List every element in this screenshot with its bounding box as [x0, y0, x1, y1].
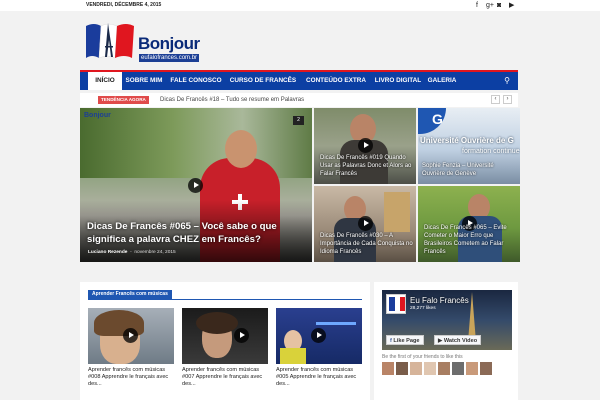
play-icon[interactable] — [358, 138, 373, 153]
section-divider — [88, 299, 362, 300]
like-page-label: Like Page — [393, 338, 420, 344]
nav-item-inicio[interactable]: INÍCIO — [88, 72, 122, 90]
logo-title[interactable]: Bonjour — [138, 34, 200, 54]
featured-side-post-1[interactable]: Dicas De Francês #019 Quando Usar as Pal… — [314, 108, 416, 184]
avatar[interactable] — [438, 362, 450, 375]
avatar[interactable] — [480, 362, 492, 375]
facebook-friend-faces — [382, 362, 510, 376]
trending-link[interactable]: Dicas De Francês #18 – Tudo se resume em… — [160, 95, 304, 105]
top-bar: VENDREDI, DÉCEMBRE 4, 2015 f g+ ◙ ▶ — [0, 0, 600, 11]
nav-item-sobre-mim[interactable]: SOBRE MIM — [122, 72, 166, 90]
post-author[interactable]: Luciano Rezende — [88, 250, 127, 255]
music-card-image-3[interactable] — [276, 308, 362, 364]
music-card-image-2[interactable] — [182, 308, 268, 364]
play-icon[interactable] — [123, 328, 138, 343]
side-post-title[interactable]: Dicas De Francês #019 Quando Usar as Pal… — [320, 154, 414, 178]
watch-video-label: Watch Video — [443, 338, 478, 344]
play-icon[interactable] — [234, 328, 249, 343]
play-icon[interactable] — [188, 178, 203, 193]
play-icon[interactable] — [311, 328, 326, 343]
page-avatar[interactable] — [386, 294, 406, 314]
video-logo-text: Bonjour — [84, 112, 111, 119]
video-overlay-text: Université Ouvrière de G — [420, 136, 514, 145]
logo-subtitle: eufalofrances.com.br — [139, 54, 200, 62]
featured-main-meta: Luciano Rezende - novembre 24, 2015 — [88, 250, 176, 255]
main-nav: INÍCIO SOBRE MIM FALE CONOSCO CURSO DE F… — [80, 70, 518, 90]
gallery-count-badge: 2 — [293, 116, 304, 125]
play-icon[interactable] — [358, 216, 373, 231]
featured-side-post-2[interactable]: G Université Ouvrière de G formation con… — [418, 108, 520, 184]
avatar[interactable] — [452, 362, 464, 375]
avatar[interactable] — [396, 362, 408, 375]
nav-item-galeria[interactable]: GALERIA — [426, 72, 458, 90]
trending-bar: TENDÊNCIA AGORA Dicas De Francês #18 – T… — [80, 93, 518, 107]
trending-next-icon[interactable]: › — [503, 95, 512, 104]
avatar[interactable] — [424, 362, 436, 375]
music-section: Aprender Francês com músicas Aprender fr… — [80, 282, 370, 400]
trending-badge: TENDÊNCIA AGORA — [98, 96, 149, 104]
nav-item-livro-digital[interactable]: LIVRO DIGITAL — [370, 72, 426, 90]
avatar[interactable] — [382, 362, 394, 375]
side-post-title[interactable]: Sophie Fenzia – Université Ouvrière de G… — [422, 162, 516, 178]
music-card-title-1[interactable]: Aprender francês com músicas #008 Appren… — [88, 367, 174, 388]
avatar[interactable] — [466, 362, 478, 375]
like-page-button[interactable]: f Like Page — [386, 335, 424, 345]
search-icon[interactable]: ⚲ — [504, 76, 510, 85]
facebook-likes: 28,277 likes — [410, 306, 436, 311]
watch-video-button[interactable]: ▶ Watch Video — [434, 335, 482, 345]
side-post-title[interactable]: Dicas De Francês #030 – A Importância de… — [320, 232, 414, 256]
music-card-image-1[interactable] — [88, 308, 174, 364]
current-date: VENDREDI, DÉCEMBRE 4, 2015 — [86, 2, 162, 8]
youtube-icon[interactable]: ▶ — [509, 1, 514, 10]
video-overlay-subtext: formation continue — [462, 148, 520, 155]
logo-flag-eiffel-icon[interactable] — [84, 20, 136, 60]
music-card-title-2[interactable]: Aprender francês com músicas #007 Appren… — [182, 367, 268, 388]
facebook-icon[interactable]: f — [476, 1, 478, 10]
nav-item-curso-de-frances[interactable]: CURSO DE FRANCÊS — [228, 72, 298, 90]
nav-item-fale-conosco[interactable]: FALE CONOSCO — [168, 72, 224, 90]
post-date: novembre 24, 2015 — [134, 250, 176, 255]
music-card-title-3[interactable]: Aprender francês com músicas #005 Appren… — [276, 367, 362, 388]
google-plus-icon[interactable]: g+ — [486, 1, 494, 10]
instagram-icon[interactable]: ◙ — [497, 1, 501, 10]
side-post-title[interactable]: Dicas De Francês #065 – Evite Cometer o … — [424, 224, 518, 256]
trending-prev-icon[interactable]: ‹ — [491, 95, 500, 104]
facebook-page-name[interactable]: Eu Falo Francês — [410, 296, 469, 305]
facebook-friends-text: Be the first of your friends to like thi… — [382, 354, 463, 360]
featured-main-title[interactable]: Dicas De Francês #065 – Você sabe o que … — [87, 220, 313, 246]
facebook-cover[interactable]: Eu Falo Francês 28,277 likes f Like Page… — [382, 290, 512, 350]
section-header[interactable]: Aprender Francês com músicas — [88, 290, 172, 299]
avatar[interactable] — [410, 362, 422, 375]
facebook-widget: Eu Falo Francês 28,277 likes f Like Page… — [374, 282, 518, 400]
featured-side-post-4[interactable]: Dicas De Francês #065 – Evite Cometer o … — [418, 186, 520, 262]
featured-side-post-3[interactable]: Dicas De Francês #030 – A Importância de… — [314, 186, 416, 262]
nav-item-conteudo-extra[interactable]: CONTEÚDO EXTRA — [302, 72, 370, 90]
